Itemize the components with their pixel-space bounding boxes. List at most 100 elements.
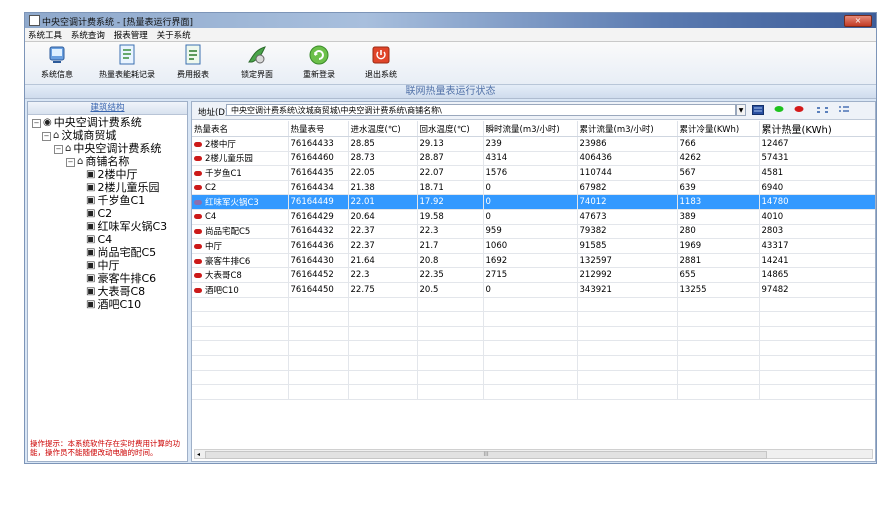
table-row[interactable] — [192, 311, 875, 327]
tree-shop[interactable]: ▣ 酒吧C10 — [86, 299, 141, 311]
list-view-icon[interactable] — [838, 105, 850, 118]
cell-instant-flow: 239 — [483, 136, 578, 152]
table-row[interactable]: 2楼儿童乐园 76164460 28.73 28.87 4314 406436 4262 57… — [192, 151, 875, 167]
menu-about[interactable]: 关于系统 — [154, 28, 194, 41]
cell-total-heat: 97482 — [759, 282, 875, 298]
cell-total-cold: 1183 — [677, 194, 760, 210]
cell-meter-no: 76164436 — [288, 238, 349, 254]
collapse-icon[interactable]: − — [32, 118, 41, 128]
cell-return-temp: 18.71 — [417, 180, 484, 196]
cell-instant-flow: 2715 — [483, 267, 578, 283]
cost-report-button[interactable]: 费用报表 — [175, 44, 211, 80]
collapse-icon[interactable]: − — [66, 157, 75, 167]
address-input[interactable]: 中央空调计费系统\汶城商贸城\中央空调计费系统\商铺名称\ — [226, 104, 736, 116]
exit-button[interactable]: 退出系统 — [361, 44, 401, 80]
cell-meter-name: 千岁鱼C1 — [192, 165, 289, 181]
table-row[interactable]: 红味军火锅C3 76164449 22.01 17.92 0 74012 1183 14780 — [192, 194, 875, 210]
table-row[interactable]: C2 76164434 21.38 18.71 0 67982 639 6940 — [192, 180, 875, 196]
menu-system-tools[interactable]: 系统工具 — [25, 28, 65, 41]
cell-meter-name: C4 — [192, 209, 289, 225]
tree-shop[interactable]: ▣ 2楼儿童乐园 — [86, 182, 159, 194]
tree-shop-label: 2楼中厅 — [97, 168, 138, 181]
tree-shop[interactable]: ▣ 2楼中厅 — [86, 169, 137, 181]
col-return-temp[interactable]: 回水温度(℃) — [417, 121, 484, 137]
cell-total-heat: 2803 — [759, 224, 875, 240]
cell-return-temp: 22.07 — [417, 165, 484, 181]
cell-total-cold — [677, 370, 760, 386]
shop-icon: ▣ — [86, 234, 96, 245]
document-icon — [115, 44, 139, 66]
cell-meter-no: 76164449 — [288, 194, 349, 210]
table-row[interactable]: 尚品宅配C5 76164432 22.37 22.3 959 79382 280 2803 — [192, 224, 875, 240]
table-row[interactable] — [192, 297, 875, 313]
table-row[interactable] — [192, 340, 875, 356]
col-meter-no[interactable]: 热量表号 — [288, 121, 349, 137]
table-row[interactable]: 中厅 76164436 22.37 21.7 1060 91585 1969 43317 — [192, 238, 875, 254]
view-grid-icon[interactable] — [752, 105, 764, 118]
tree-shop[interactable]: ▣ C4 — [86, 234, 112, 246]
cell-total-heat: 6940 — [759, 180, 875, 196]
cell-total-flow: 23986 — [577, 136, 678, 152]
cell-meter-no: 76164430 — [288, 253, 349, 269]
col-total-flow[interactable]: 累计流量(m3/小时) — [577, 121, 678, 137]
status-dot-icon — [194, 229, 202, 235]
offline-status-icon[interactable] — [794, 105, 804, 116]
tree-shop[interactable]: ▣ C2 — [86, 208, 112, 220]
online-status-icon[interactable] — [774, 105, 784, 116]
col-total-cold[interactable]: 累计冷量(KWh) — [677, 121, 760, 137]
cell-total-heat — [759, 384, 875, 400]
tree-shop[interactable]: ▣ 豪客牛排C6 — [86, 273, 156, 285]
cell-total-heat: 4581 — [759, 165, 875, 181]
cell-inlet-temp: 22.3 — [348, 267, 418, 283]
sys-info-button[interactable]: 系统信息 — [37, 44, 77, 80]
collapse-icon[interactable]: − — [42, 131, 51, 141]
table-row[interactable]: 千岁鱼C1 76164435 22.05 22.07 1576 110744 567 4581 — [192, 165, 875, 181]
cell-meter-no — [288, 326, 349, 342]
col-inlet-temp[interactable]: 进水温度(℃) — [348, 121, 418, 137]
address-dropdown-icon[interactable]: ▼ — [736, 104, 746, 116]
tree-shop[interactable]: ▣ 尚品宅配C5 — [86, 247, 156, 259]
scroll-thumb[interactable]: III — [205, 451, 767, 459]
menu-report-manage[interactable]: 报表管理 — [111, 28, 151, 41]
table-row[interactable]: C4 76164429 20.64 19.58 0 47673 389 4010 — [192, 209, 875, 225]
small-icons-view-icon[interactable] — [816, 105, 830, 118]
menu-system-query[interactable]: 系统查询 — [68, 28, 108, 41]
refresh-icon — [307, 44, 331, 66]
cell-return-temp: 28.87 — [417, 151, 484, 167]
cell-text: 千岁鱼C1 — [205, 168, 242, 179]
table-row[interactable] — [192, 355, 875, 371]
cell-total-cold: 389 — [677, 209, 760, 225]
heat-records-button[interactable]: 热量表能耗记录 — [95, 44, 159, 80]
lock-button[interactable]: 锁定界面 — [237, 44, 277, 80]
table-row[interactable]: 酒吧C10 76164450 22.75 20.5 0 343921 13255 97482 — [192, 282, 875, 298]
relogin-button[interactable]: 重新登录 — [299, 44, 339, 80]
scroll-left-icon[interactable]: ◂ — [197, 451, 200, 458]
table-row[interactable]: 大表哥C8 76164452 22.3 22.35 2715 212992 655 14865 — [192, 267, 875, 283]
close-button[interactable]: × — [844, 15, 872, 27]
table-row[interactable] — [192, 370, 875, 386]
tree-shop[interactable]: ▣ 千岁鱼C1 — [86, 195, 145, 207]
tree-shop[interactable]: ▣ 红味军火锅C3 — [86, 221, 167, 233]
horizontal-scrollbar[interactable]: ◂ III — [194, 449, 873, 459]
building-header[interactable]: 建筑结构 — [28, 102, 187, 115]
tree-group[interactable]: − ⌂ 商铺名称 — [66, 156, 129, 168]
cell-instant-flow: 0 — [483, 194, 578, 210]
collapse-icon[interactable]: − — [54, 144, 63, 154]
tree-building[interactable]: − ⌂ 汶城商贸城 — [42, 130, 116, 142]
col-meter-name[interactable]: 热量表名 — [192, 121, 289, 137]
cell-total-heat — [759, 297, 875, 313]
tree-root[interactable]: − ◉ 中央空调计费系统 — [32, 117, 142, 129]
col-instant-flow[interactable]: 瞬时流量(m3/小时) — [483, 121, 578, 137]
table-row[interactable]: 2楼中厅 76164433 28.85 29.13 239 23986 766 12467 — [192, 136, 875, 152]
tree-shop[interactable]: ▣ 中厅 — [86, 260, 119, 272]
cell-inlet-temp: 22.37 — [348, 238, 418, 254]
cell-total-cold — [677, 340, 760, 356]
cell-total-cold: 766 — [677, 136, 760, 152]
col-total-heat[interactable]: 累计热量(KWh) — [759, 121, 875, 137]
table-row[interactable] — [192, 384, 875, 400]
cell-text: 酒吧C10 — [205, 285, 239, 296]
table-row[interactable] — [192, 326, 875, 342]
table-row[interactable]: 豪客牛排C6 76164430 21.64 20.8 1692 132597 2881 142… — [192, 253, 875, 269]
tree-shop[interactable]: ▣ 大表哥C8 — [86, 286, 145, 298]
tree-system[interactable]: − ⌂ 中央空调计费系统 — [54, 143, 161, 155]
